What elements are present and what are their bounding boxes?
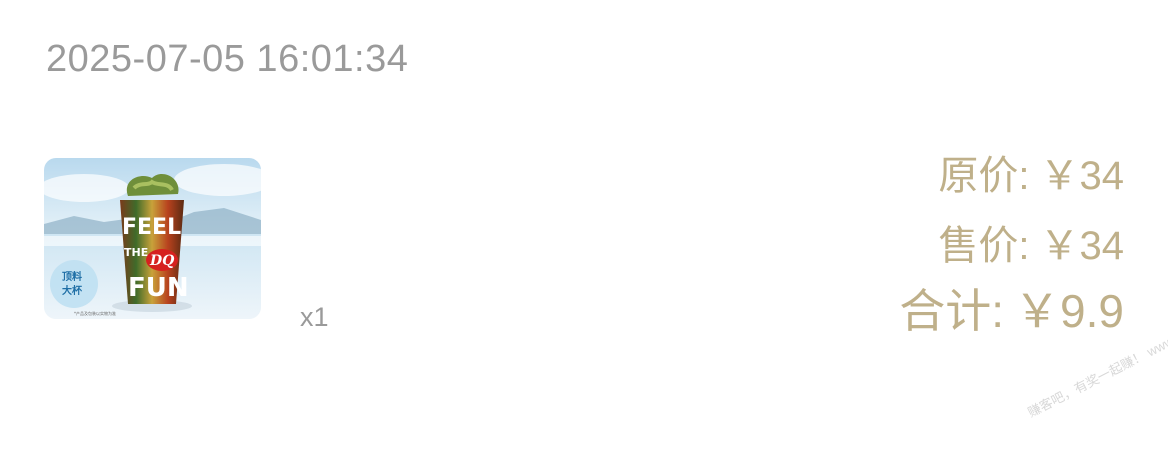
dq-logo-text: DQ — [149, 253, 174, 269]
item-quantity: x1 — [300, 302, 329, 332]
blizzard-cup-illustration: FEEL THE DQ FUN 顶料 大杯 *产品及包装以实物为准 — [44, 158, 261, 319]
cup-text-fun: FUN — [128, 273, 189, 303]
cup-text-feel: FEEL — [122, 215, 181, 240]
total-price-value: ￥9.9 — [1014, 285, 1124, 337]
original-price-value: ￥34 — [1039, 154, 1125, 198]
sale-price-value: ￥34 — [1039, 224, 1125, 268]
sale-price-row: 售价: ￥34 — [938, 220, 1124, 272]
badge-line-1: 顶料 — [62, 270, 82, 283]
original-price-label: 原价: — [938, 154, 1030, 198]
order-timestamp: 2025-07-05 16:01:34 — [46, 38, 409, 80]
cup-text-the: THE — [124, 246, 148, 259]
total-price-label: 合计: — [899, 285, 1005, 337]
fine-print: *产品及包装以实物为准 — [74, 310, 116, 316]
product-image[interactable]: FEEL THE DQ FUN 顶料 大杯 *产品及包装以实物为准 — [44, 158, 261, 319]
total-price-row: 合计: ￥9.9 — [899, 282, 1124, 340]
original-price-row: 原价: ￥34 — [938, 150, 1124, 202]
badge-line-2: 大杯 — [62, 284, 83, 297]
sale-price-label: 售价: — [938, 224, 1030, 268]
